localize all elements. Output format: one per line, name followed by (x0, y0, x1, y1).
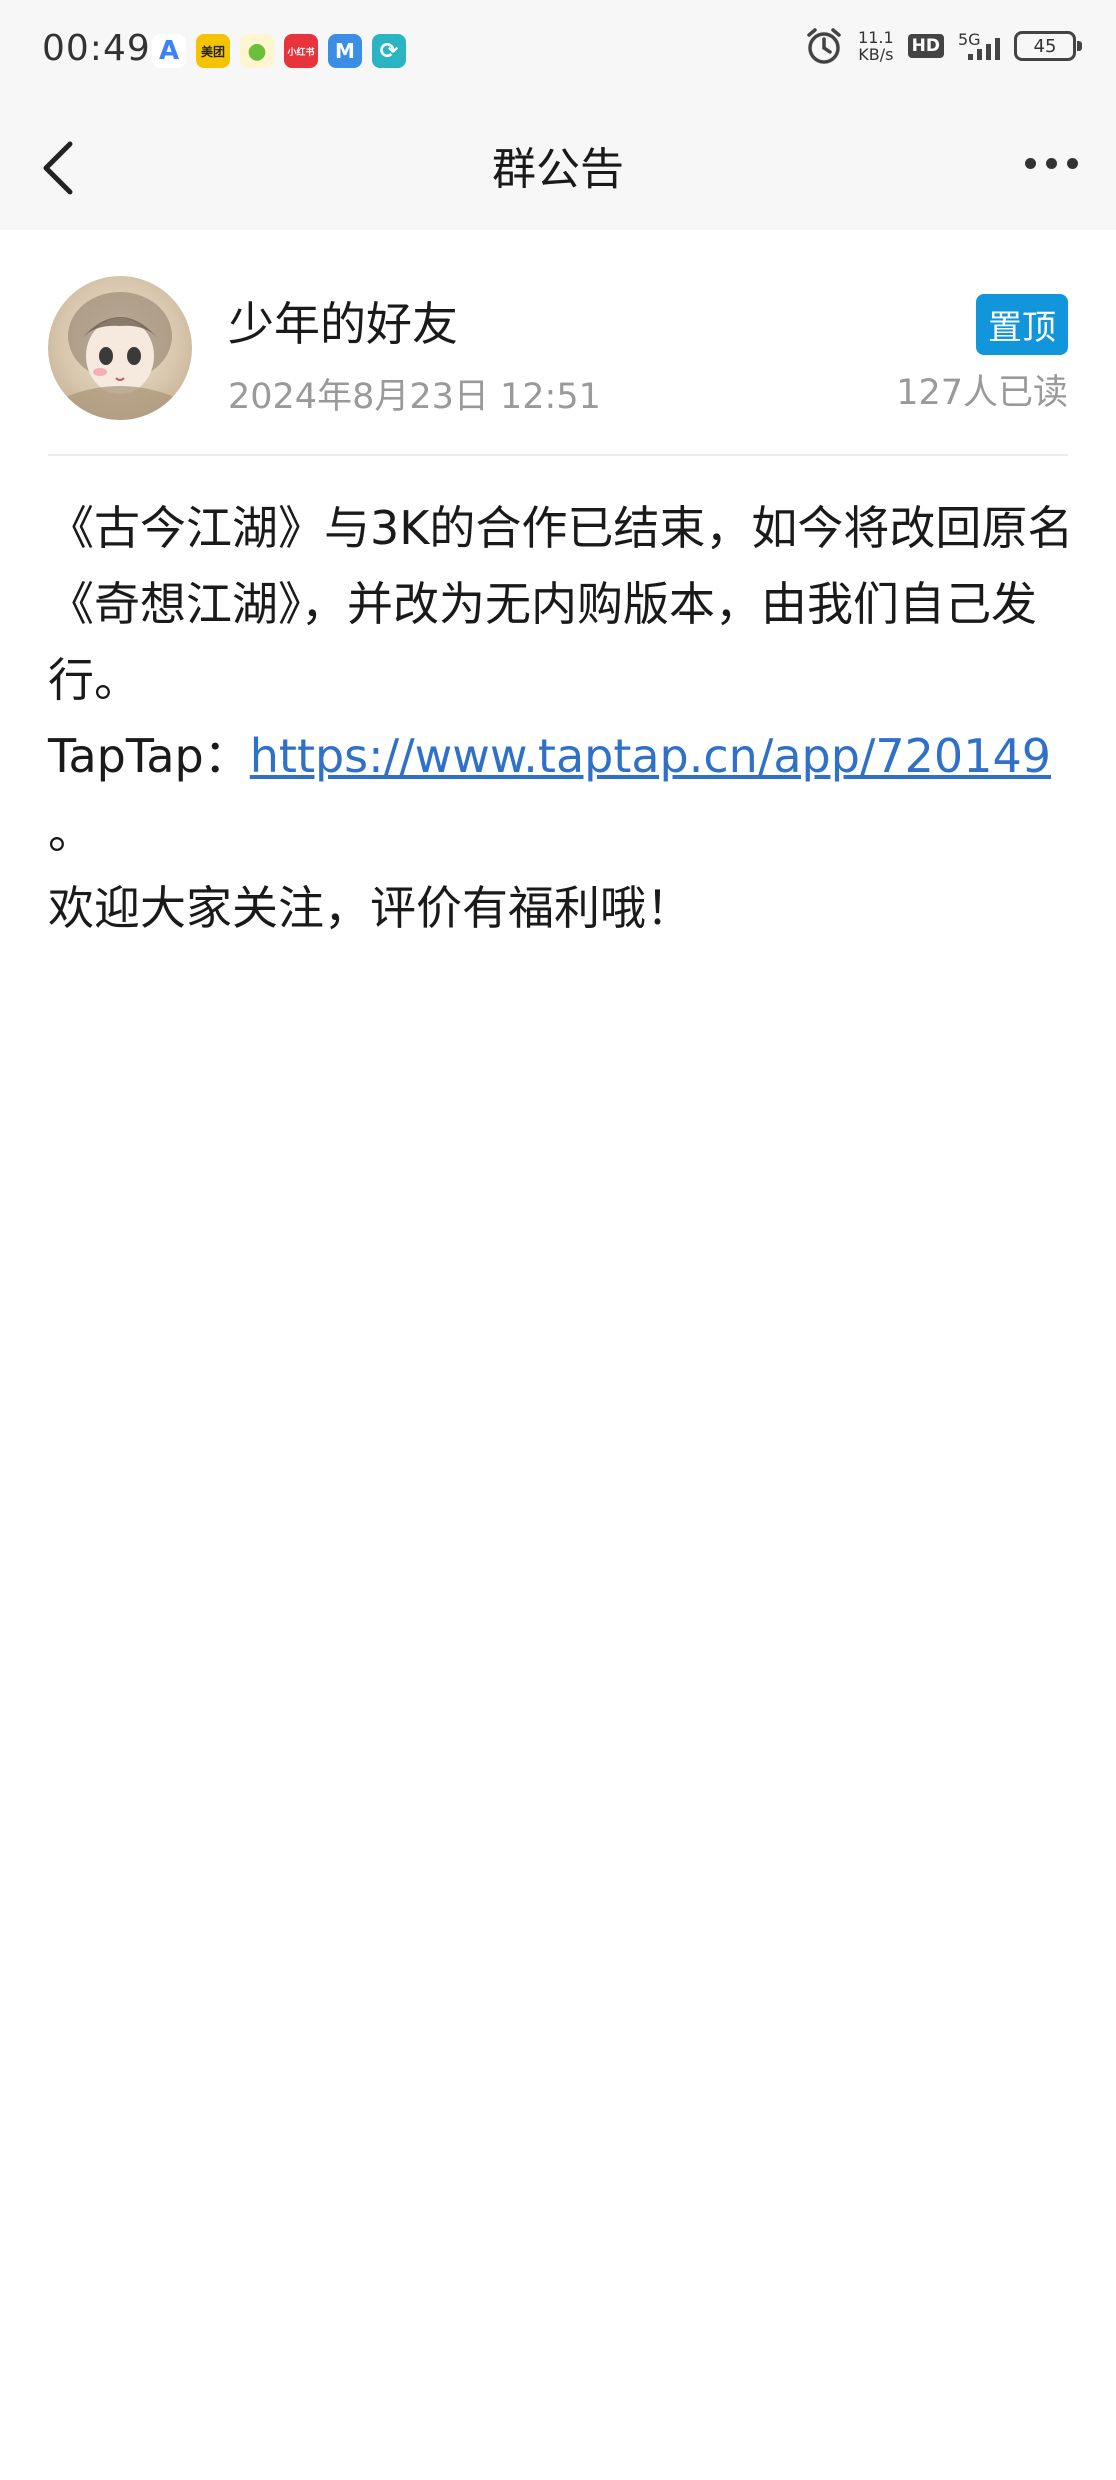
xiaohongshu-icon: 小红书 (284, 34, 318, 68)
announcement-header: 少年的好友 2024年8月23日 12:51 置顶 127人已读 (48, 276, 1068, 456)
meituan-icon: 美团 (196, 34, 230, 68)
avatar[interactable] (48, 276, 192, 420)
avatar-portrait-icon (68, 292, 172, 420)
app-a-icon: A (152, 34, 186, 68)
back-button[interactable] (38, 138, 88, 198)
more-dot-icon (1046, 158, 1057, 169)
battery-level: 45 (1033, 35, 1057, 57)
network-speed: 11.1 KB/s (858, 29, 894, 63)
announcement-body: 《古今江湖》与3K的合作已结束，如今将改回原名《奇想江湖》，并改为无内购版本，由… (48, 490, 1078, 946)
announcement-paragraph: 欢迎大家关注，评价有福利哦！ (48, 881, 692, 935)
post-timestamp: 2024年8月23日 12:51 (228, 377, 601, 417)
status-bar: 00:49 A 美团 ● 小红书 M ⟳ 11.1 KB/s HD 5G 45 (0, 0, 1116, 100)
nav-bar: 群公告 (0, 100, 1116, 230)
divider (48, 454, 1068, 456)
link-suffix: 。 (48, 805, 94, 859)
signal-indicator: 5G (958, 32, 1000, 60)
more-options-button[interactable] (1025, 158, 1078, 169)
more-dot-icon (1067, 158, 1078, 169)
announcement-paragraph: 《古今江湖》与3K的合作已结束，如今将改回原名《奇想江湖》，并改为无内购版本，由… (48, 501, 1074, 707)
taptap-label: TapTap： (48, 729, 250, 783)
status-time: 00:49 (42, 28, 151, 69)
battery-icon: 45 (1014, 31, 1082, 61)
notification-app-icons: A 美团 ● 小红书 M ⟳ (152, 34, 406, 68)
taptap-link[interactable]: https://www.taptap.cn/app/720149 (250, 729, 1051, 783)
signal-bars-icon (968, 38, 1000, 60)
app-green-icon: ● (240, 34, 274, 68)
announcement-link-line: TapTap：https://www.taptap.cn/app/720149 。 (48, 718, 1078, 870)
page-title: 群公告 (492, 144, 624, 195)
pinned-badge: 置顶 (976, 294, 1068, 355)
read-count[interactable]: 127人已读 (896, 364, 1068, 415)
app-blue-icon: M (328, 34, 362, 68)
alarm-icon (807, 28, 841, 64)
status-indicators: 11.1 KB/s HD 5G 45 (804, 26, 1082, 66)
app-teal-icon: ⟳ (372, 34, 406, 68)
chevron-left-icon (43, 141, 73, 195)
author-name[interactable]: 少年的好友 (228, 288, 458, 354)
more-dot-icon (1025, 158, 1036, 169)
network-speed-unit: KB/s (858, 45, 894, 64)
network-speed-value: 11.1 (858, 28, 894, 47)
hd-badge: HD (907, 34, 944, 58)
